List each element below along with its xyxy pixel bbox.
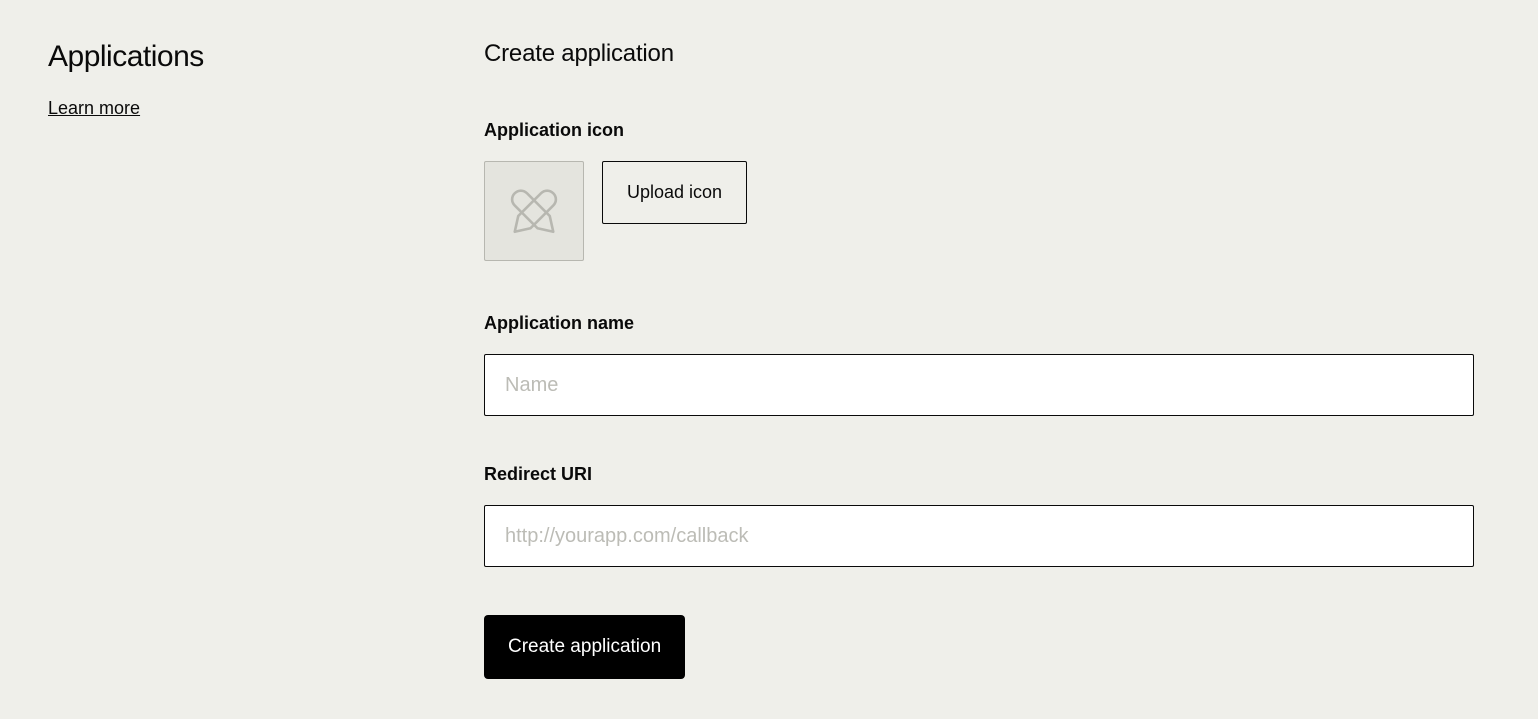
name-label: Application name [484, 313, 1474, 334]
page-title: Create application [484, 40, 1474, 68]
icon-section-label: Application icon [484, 120, 1474, 141]
sidebar: Applications Learn more [48, 40, 484, 679]
redirect-uri-input[interactable] [484, 505, 1474, 567]
sidebar-title: Applications [48, 40, 484, 74]
main-form: Create application Application icon Uplo… [484, 40, 1474, 679]
create-application-button[interactable]: Create application [484, 615, 685, 679]
learn-more-link[interactable]: Learn more [48, 98, 140, 119]
redirect-label: Redirect URI [484, 464, 1474, 485]
application-name-input[interactable] [484, 354, 1474, 416]
design-tools-icon [506, 181, 562, 242]
upload-icon-button[interactable]: Upload icon [602, 161, 747, 224]
icon-preview [484, 161, 584, 261]
